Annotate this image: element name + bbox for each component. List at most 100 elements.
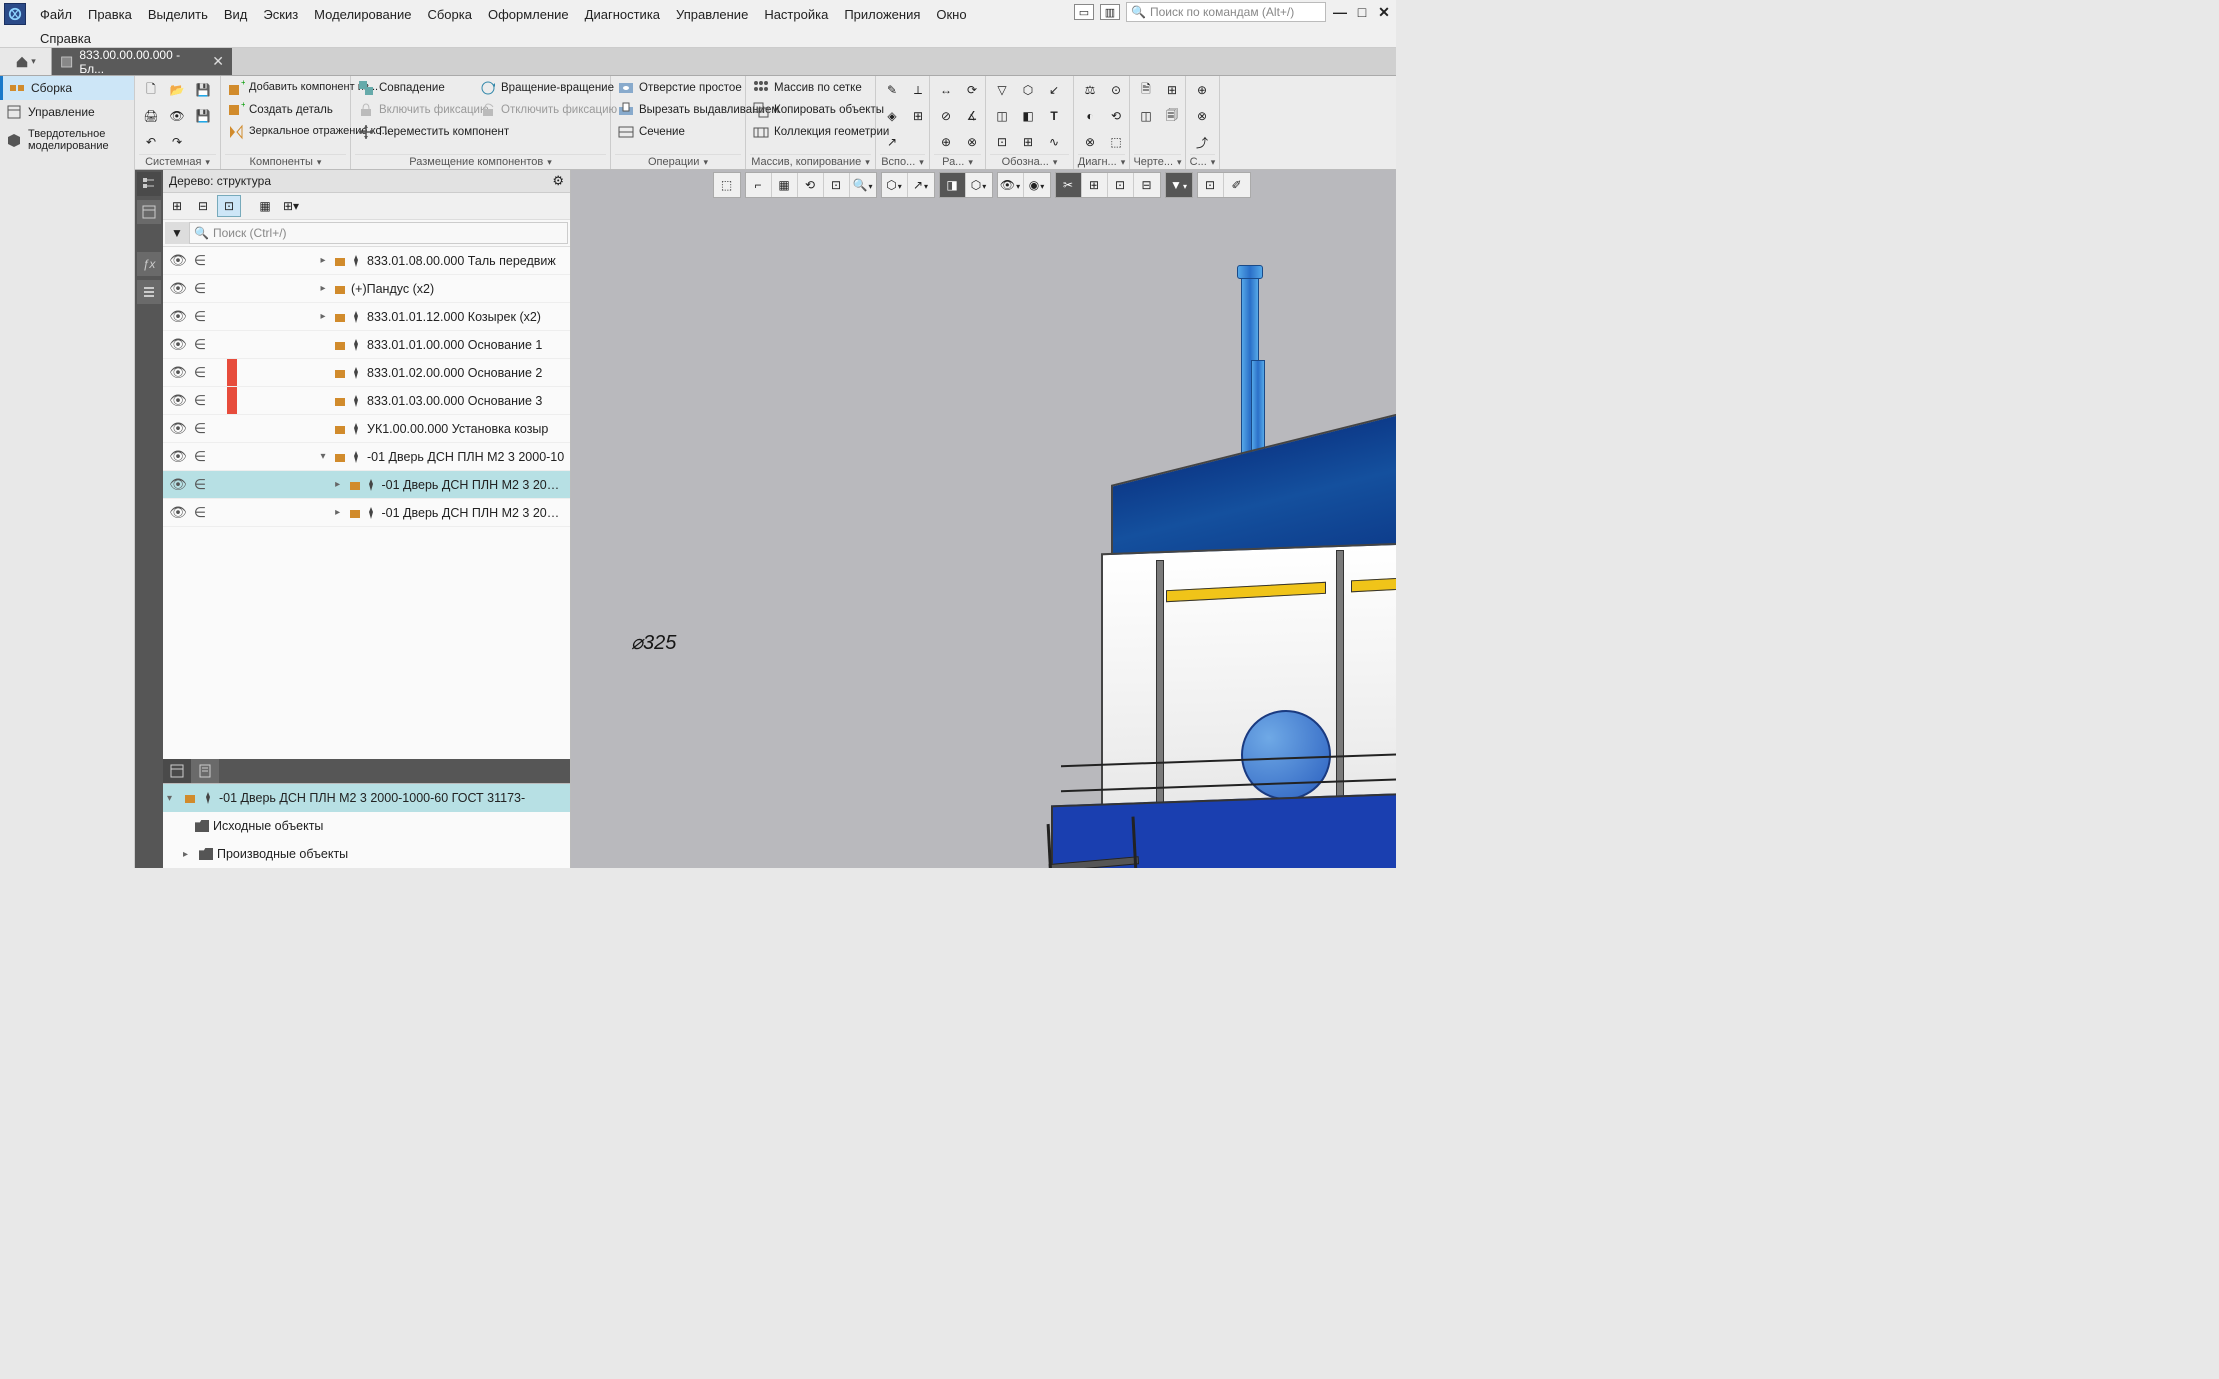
not-icon-8[interactable]: ⊞: [1016, 130, 1040, 154]
tree-row[interactable]: 👁∈▾-01 Дверь ДСН ПЛН М2 3 2000-10: [163, 443, 570, 471]
expander-icon[interactable]: ▸: [317, 255, 329, 266]
aux-icon-2[interactable]: ⟂: [906, 78, 930, 102]
vt-shade-2[interactable]: ⬡: [966, 173, 992, 197]
redo-icon[interactable]: ↷: [165, 130, 189, 154]
save-icon[interactable]: 💾: [191, 78, 215, 102]
command-search[interactable]: 🔍 Поиск по командам (Alt+/): [1126, 2, 1326, 22]
save-as-icon[interactable]: 💾: [191, 104, 215, 128]
include-icon[interactable]: ∈: [189, 504, 211, 521]
menu-select[interactable]: Выделить: [140, 5, 216, 24]
menu-file[interactable]: Файл: [32, 5, 80, 24]
include-icon[interactable]: ∈: [189, 448, 211, 465]
include-icon[interactable]: ∈: [189, 308, 211, 325]
vt-1[interactable]: ⌐: [746, 173, 772, 197]
vt-axis[interactable]: ↗: [908, 173, 934, 197]
not-icon-7[interactable]: ⊡: [990, 130, 1014, 154]
menu-window[interactable]: Окно: [928, 5, 974, 24]
not-icon-5[interactable]: ◧: [1016, 104, 1040, 128]
vt-2[interactable]: ▦: [772, 173, 798, 197]
expander-icon[interactable]: ▸: [332, 479, 344, 490]
not-icon-3[interactable]: ↙: [1042, 78, 1066, 102]
aux-icon-1[interactable]: ✎: [880, 78, 904, 102]
diag-icon-1[interactable]: ⚖: [1078, 78, 1102, 102]
tree-row[interactable]: 👁∈▸(+)Пандус (x2): [163, 275, 570, 303]
aux-icon-4[interactable]: ⊞: [906, 104, 930, 128]
window-mode-1-icon[interactable]: ▭: [1074, 4, 1094, 20]
diag-icon-4[interactable]: ⟲: [1104, 104, 1128, 128]
window-maximize-icon[interactable]: □: [1354, 5, 1370, 19]
visibility-icon[interactable]: 👁: [167, 392, 189, 409]
vt-filter[interactable]: ▼: [1166, 173, 1192, 197]
draw-icon-4[interactable]: 🗐: [1160, 104, 1184, 128]
tree-row[interactable]: 👁∈833.01.03.00.000 Основание 3: [163, 387, 570, 415]
window-close-icon[interactable]: ✕: [1376, 5, 1392, 19]
tree-tb-3[interactable]: ⊡: [217, 195, 241, 217]
array-grid-button[interactable]: Массив по сетке: [750, 78, 891, 98]
expander-icon[interactable]: ▾: [317, 451, 329, 462]
vt-shade-1[interactable]: ◨: [940, 173, 966, 197]
visibility-icon[interactable]: 👁: [167, 504, 189, 521]
include-icon[interactable]: ∈: [189, 392, 211, 409]
not-icon-2[interactable]: ⬡: [1016, 78, 1040, 102]
tree-row[interactable]: 👁∈833.01.02.00.000 Основание 2: [163, 359, 570, 387]
rotation-button[interactable]: Вращение-вращение: [477, 78, 597, 98]
new-doc-icon[interactable]: 🗋: [139, 78, 163, 102]
expander-icon[interactable]: ▸: [317, 283, 329, 294]
menu-assembly[interactable]: Сборка: [419, 5, 480, 24]
3d-viewport[interactable]: ⬚ ⌐ ▦ ⟲ ⊡ 🔍 ⬡ ↗ ◨ ⬡: [571, 170, 1396, 868]
vt-sec-2[interactable]: ⊞: [1082, 173, 1108, 197]
side-tree-icon[interactable]: [137, 172, 161, 196]
vt-sec-1[interactable]: ✂: [1056, 173, 1082, 197]
vt-last-1[interactable]: ⊡: [1198, 173, 1224, 197]
print-icon[interactable]: 🖨: [139, 104, 163, 128]
not-icon-6[interactable]: T: [1042, 104, 1066, 128]
include-icon[interactable]: ∈: [189, 364, 211, 381]
dim-icon-3[interactable]: ⊘: [934, 104, 958, 128]
tree-row[interactable]: 👁∈833.01.01.00.000 Основание 1: [163, 331, 570, 359]
diag-icon-5[interactable]: ⊗: [1078, 130, 1102, 154]
tree-tb-2[interactable]: ⊟: [191, 195, 215, 217]
vt-3[interactable]: ⟲: [798, 173, 824, 197]
tab-close-icon[interactable]: ✕: [212, 53, 224, 70]
c-icon-2[interactable]: ⊗: [1190, 104, 1214, 128]
menu-sketch[interactable]: Эскиз: [255, 5, 306, 24]
menu-layout[interactable]: Оформление: [480, 5, 577, 24]
tree-row[interactable]: 👁∈УК1.00.00.000 Установка козыр: [163, 415, 570, 443]
detail-sub1[interactable]: Исходные объекты: [163, 812, 570, 840]
tree-body[interactable]: 👁∈▸833.01.08.00.000 Таль передвиж👁∈▸(+)П…: [163, 247, 570, 759]
menu-diagnostics[interactable]: Диагностика: [577, 5, 668, 24]
vt-5[interactable]: 🔍: [850, 173, 876, 197]
tree-row[interactable]: 👁∈▸-01 Дверь ДСН ПЛН М2 3 2000-1: [163, 499, 570, 527]
dim-icon-1[interactable]: ↔: [934, 78, 958, 102]
tree-tb-5[interactable]: ⊞▾: [279, 195, 303, 217]
open-icon[interactable]: 📂: [165, 78, 189, 102]
diag-icon-6[interactable]: ⬚: [1104, 130, 1128, 154]
aux-icon-5[interactable]: ↗: [880, 130, 904, 154]
diag-icon-2[interactable]: ⊙: [1104, 78, 1128, 102]
menu-manage[interactable]: Управление: [668, 5, 756, 24]
visibility-icon[interactable]: 👁: [167, 336, 189, 353]
menu-modeling[interactable]: Моделирование: [306, 5, 419, 24]
tree-search-input[interactable]: 🔍 Поиск (Ctrl+/): [189, 222, 568, 244]
dim-icon-5[interactable]: ⊕: [934, 130, 958, 154]
filter-icon[interactable]: ▼: [165, 222, 189, 244]
include-icon[interactable]: ∈: [189, 336, 211, 353]
geom-collection-button[interactable]: Коллекция геометрии: [750, 122, 891, 142]
side-props-icon[interactable]: [137, 200, 161, 224]
diag-icon-3[interactable]: ◐: [1078, 104, 1102, 128]
tree-tb-4[interactable]: ▦: [253, 195, 277, 217]
copy-objects-button[interactable]: Копировать объекты: [750, 100, 891, 120]
document-tab[interactable]: 833.00.00.00.000 - Бл... ✕: [52, 48, 232, 75]
menu-edit[interactable]: Правка: [80, 5, 140, 24]
menu-view[interactable]: Вид: [216, 5, 256, 24]
include-icon[interactable]: ∈: [189, 252, 211, 269]
vt-sec-4[interactable]: ⊟: [1134, 173, 1160, 197]
visibility-icon[interactable]: 👁: [167, 420, 189, 437]
not-icon-4[interactable]: ◫: [990, 104, 1014, 128]
vt-hide[interactable]: 👁: [998, 173, 1024, 197]
draw-icon-3[interactable]: ◫: [1134, 104, 1158, 128]
dim-icon-2[interactable]: ⟳: [960, 78, 984, 102]
move-component-button[interactable]: Переместить компонент: [355, 122, 475, 142]
draw-icon-1[interactable]: 🗎: [1134, 78, 1158, 102]
vt-eyedrop-icon[interactable]: ✐: [1224, 173, 1250, 197]
